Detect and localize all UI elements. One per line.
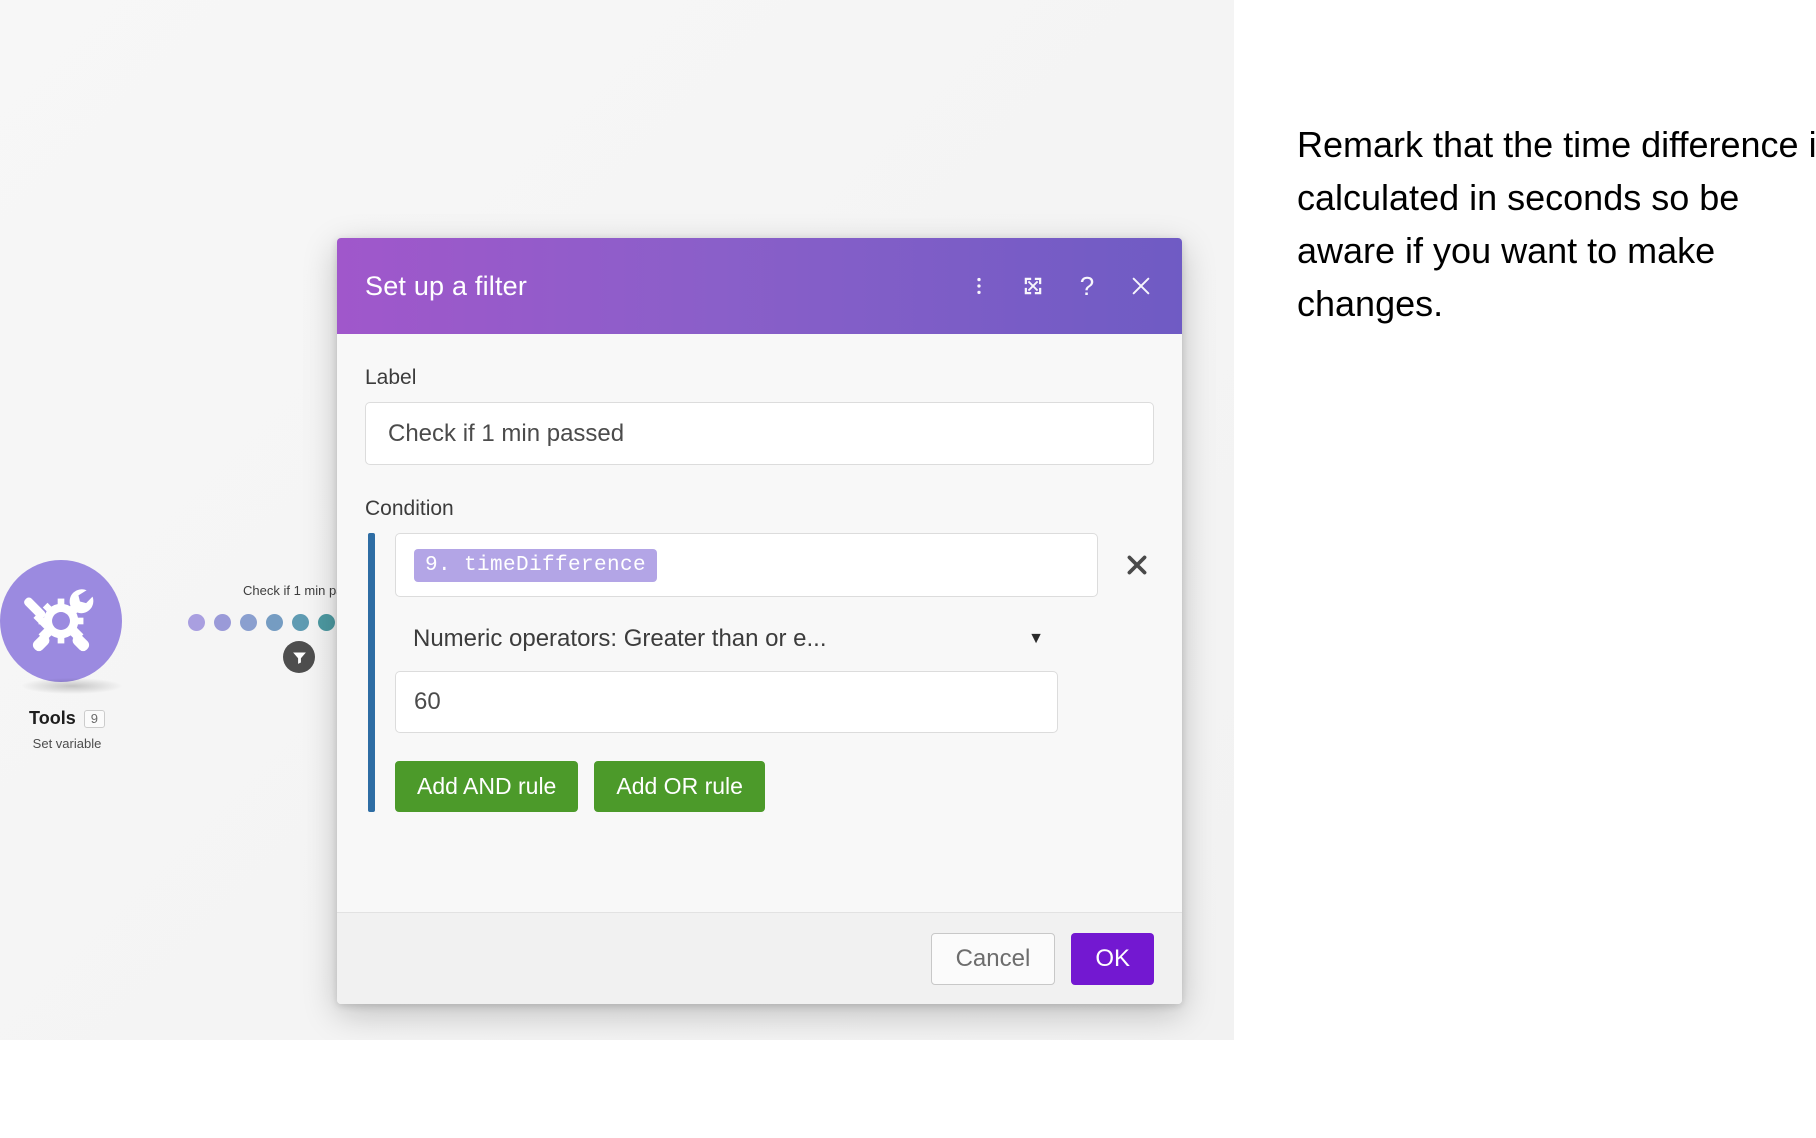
operator-select-value: Numeric operators: Greater than or e...	[413, 625, 827, 652]
dialog-title: Set up a filter	[365, 270, 528, 301]
chevron-down-icon: ▼	[1028, 630, 1044, 647]
remove-condition-icon[interactable]	[1120, 548, 1154, 582]
connector-dot	[292, 614, 309, 631]
filter-dialog[interactable]: Set up a filter ? Label Check if 1 min p…	[337, 238, 1182, 1004]
scenario-canvas[interactable]: Tools 9 Set variable Check if 1 min pass…	[0, 0, 1234, 1040]
expand-icon[interactable]	[1020, 273, 1046, 299]
filter-funnel-icon	[292, 652, 306, 664]
node-circle[interactable]	[0, 560, 144, 682]
node-tools[interactable]: Tools 9 Set variable	[0, 560, 182, 751]
node-shadow	[22, 678, 122, 694]
node-output-port	[112, 589, 144, 651]
close-icon[interactable]	[1128, 273, 1154, 299]
add-and-rule-button[interactable]: Add AND rule	[395, 761, 579, 812]
help-icon-glyph: ?	[1079, 271, 1095, 301]
dialog-header: Set up a filter ?	[337, 238, 1182, 334]
operator-select[interactable]: Numeric operators: Greater than or e... …	[395, 611, 1058, 667]
connector-dot	[214, 614, 231, 631]
tools-icon	[24, 589, 94, 652]
node-subtitle: Set variable	[32, 736, 102, 751]
page-root: Tools 9 Set variable Check if 1 min pass…	[0, 0, 1816, 1138]
condition-group: 9. timeDifference Numeric operators: Gre…	[365, 533, 1154, 812]
connector-dot	[240, 614, 257, 631]
label-input[interactable]	[365, 402, 1154, 465]
node-badge: 9	[83, 709, 105, 728]
node-label-row: Tools 9	[0, 708, 152, 729]
connector-dots	[188, 614, 361, 631]
connector-dot	[318, 614, 335, 631]
help-icon[interactable]: ?	[1074, 273, 1100, 299]
cancel-button[interactable]: Cancel	[930, 932, 1056, 985]
dialog-footer: Cancel OK	[337, 912, 1182, 1004]
condition-operand-row: 9. timeDifference	[395, 533, 1154, 597]
condition-value-input[interactable]	[395, 671, 1058, 733]
rule-buttons: Add AND rule Add OR rule	[395, 761, 1154, 812]
condition-body: 9. timeDifference Numeric operators: Gre…	[395, 533, 1154, 812]
filter-badge[interactable]	[283, 641, 315, 673]
condition-operand-input[interactable]: 9. timeDifference	[395, 533, 1098, 597]
more-options-icon[interactable]	[966, 273, 992, 299]
annotation-text: Remark that the time difference is calcu…	[1297, 124, 1816, 324]
ok-button[interactable]: OK	[1071, 932, 1154, 985]
dialog-header-actions: ?	[966, 273, 1154, 299]
dialog-body: Label Condition 9. timeDifference	[337, 334, 1182, 912]
label-field-label: Label	[365, 366, 417, 389]
variable-token[interactable]: 9. timeDifference	[414, 548, 658, 582]
condition-section-label: Condition	[365, 497, 454, 520]
connector-dot	[266, 614, 283, 631]
node-title: Tools	[29, 708, 76, 728]
add-or-rule-button[interactable]: Add OR rule	[594, 761, 765, 812]
condition-accent-bar	[368, 533, 375, 812]
connector-dot	[188, 614, 205, 631]
